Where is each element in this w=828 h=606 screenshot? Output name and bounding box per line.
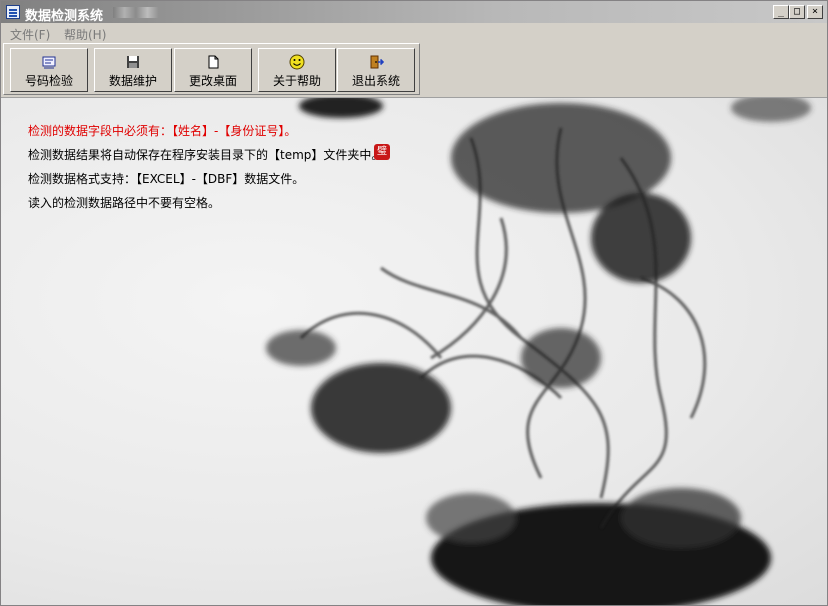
- floppy-disk-icon: [127, 56, 139, 68]
- id-card-icon: [42, 56, 56, 69]
- instruction-formats: 检测数据格式支持：【EXCEL】-【DBF】数据文件。: [28, 172, 305, 186]
- minimize-button[interactable]: _: [773, 5, 789, 19]
- instruction-no-spaces: 读入的检测数据路径中不要有空格。: [28, 196, 221, 210]
- menu-file[interactable]: 文件(F): [10, 26, 50, 43]
- content-area: 检测的数据字段中必须有：【姓名】-【身份证号】。 检测数据结果将自动保存在程序安…: [1, 97, 827, 605]
- instruction-temp-folder: 检测数据结果将自动保存在程序安装目录下的【temp】文件夹中。: [28, 148, 384, 162]
- change-desktop-button[interactable]: 更改桌面: [174, 48, 252, 92]
- exit-door-icon: [370, 55, 384, 69]
- data-maintenance-button[interactable]: 数据维护: [94, 48, 172, 92]
- menu-help[interactable]: 帮助(H): [64, 26, 106, 43]
- blank-page-icon: [208, 55, 219, 69]
- about-help-button[interactable]: 关于帮助: [258, 48, 336, 92]
- red-seal-icon: 璧: [374, 144, 390, 160]
- window-title: 数据检测系统: [25, 9, 104, 24]
- exit-system-button[interactable]: 退出系统: [337, 48, 415, 92]
- smiley-icon: [289, 54, 305, 70]
- main-window: 数据检测系统 _ □ × 文件(F) 帮助(H) 号码检验 数据维护 更改桌面 …: [0, 0, 828, 606]
- menu-bar: 文件(F) 帮助(H): [1, 23, 827, 42]
- toolbar-panel: 号码检验 数据维护 更改桌面 关于帮助 退出系统: [3, 43, 420, 95]
- verify-number-label: 号码检验: [24, 74, 73, 88]
- data-maintenance-label: 数据维护: [108, 74, 157, 88]
- title-bar[interactable]: 数据检测系统 _ □ ×: [1, 1, 827, 24]
- change-desktop-label: 更改桌面: [188, 74, 237, 88]
- instruction-required-fields: 检测的数据字段中必须有：【姓名】-【身份证号】。: [28, 124, 297, 138]
- maximize-button[interactable]: □: [789, 5, 805, 19]
- verify-number-button[interactable]: 号码检验: [10, 48, 88, 92]
- close-button[interactable]: ×: [807, 5, 823, 19]
- title-redacted-blur: [113, 7, 159, 18]
- app-icon[interactable]: [6, 5, 20, 19]
- toolbar: 号码检验 数据维护 更改桌面 关于帮助 退出系统: [1, 42, 827, 97]
- exit-system-label: 退出系统: [351, 74, 400, 88]
- about-help-label: 关于帮助: [272, 74, 321, 88]
